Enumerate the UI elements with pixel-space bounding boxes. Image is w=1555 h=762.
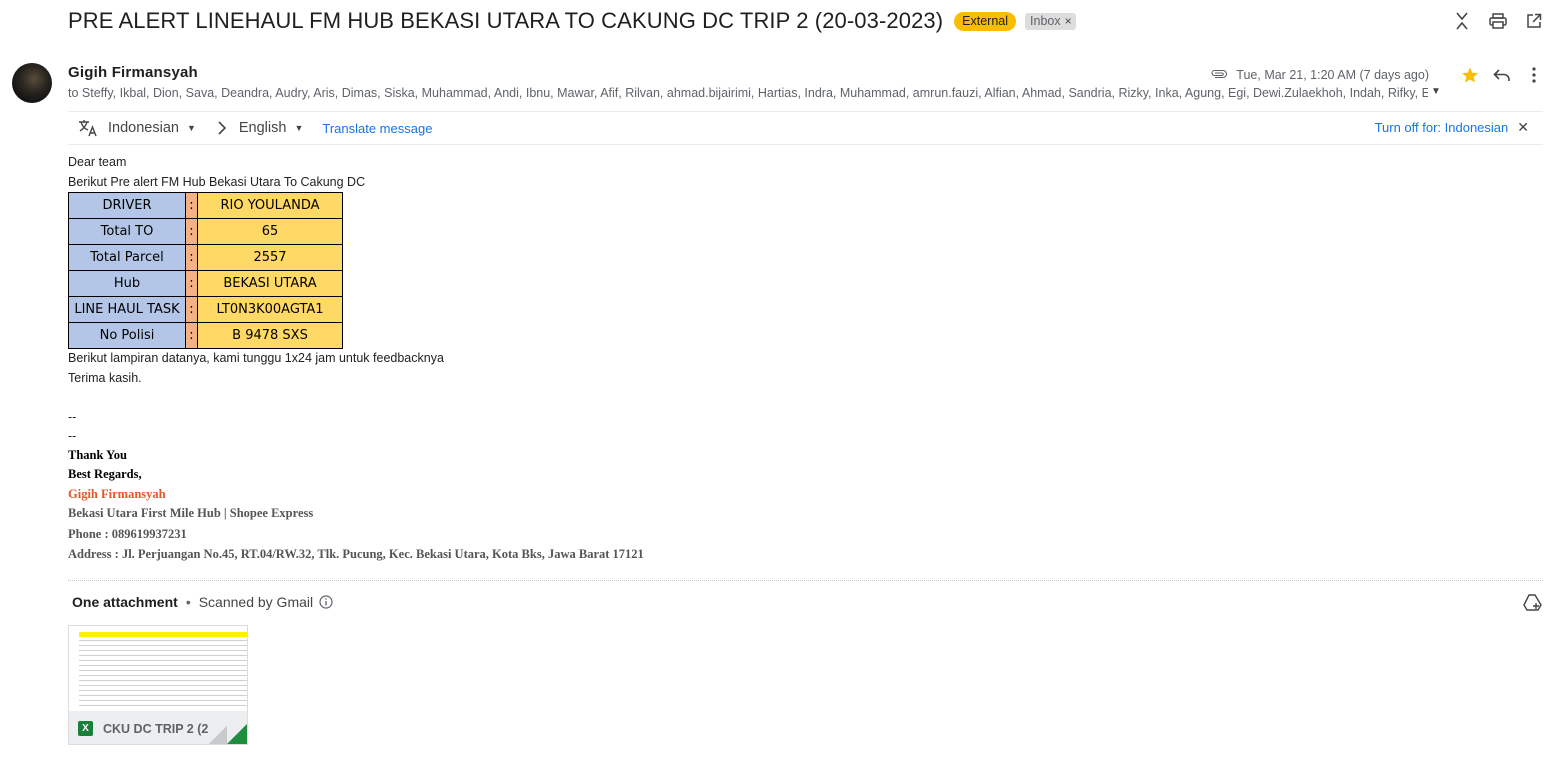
thread-actions	[1453, 10, 1543, 32]
page-fold-corner	[227, 724, 247, 744]
remove-label-close-icon[interactable]: ×	[1065, 14, 1072, 29]
table-cell-label: No Polisi	[68, 322, 186, 349]
more-options-icon[interactable]	[1525, 64, 1543, 86]
chevron-down-icon: ▼	[186, 123, 196, 133]
translate-icon	[78, 119, 98, 137]
table-cell-value: 65	[197, 218, 343, 245]
thumbnail-row	[79, 645, 247, 646]
attachments-divider	[68, 580, 1543, 581]
attachment-file-name: CKU DC TRIP 2 (2...	[103, 721, 219, 736]
chevron-right-icon	[218, 121, 226, 135]
thumbnail-row	[79, 655, 247, 656]
sender-avatar[interactable]	[12, 63, 52, 103]
print-icon[interactable]	[1489, 10, 1507, 32]
thumbnail-row	[79, 685, 247, 686]
attachment-clip-icon	[1210, 66, 1228, 84]
table-cell-label: Total Parcel	[68, 244, 186, 271]
scanned-by-gmail: Scanned by Gmail	[198, 594, 314, 610]
table-cell-value: LT0N3K00AGTA1	[197, 296, 343, 323]
recipients-list: to Steffy, Ikbal, Dion, Sava, Deandra, A…	[68, 86, 1428, 100]
table-cell-value: RIO YOULANDA	[197, 192, 343, 219]
add-to-drive-icon[interactable]	[1523, 594, 1543, 617]
table-cell-value: B 9478 SXS	[197, 322, 343, 349]
thanks-text: Terima kasih.	[68, 371, 142, 385]
turn-off-translation: Turn off for: Indonesian ✕	[1375, 119, 1529, 136]
attachment-count: One attachment	[72, 594, 178, 610]
thumbnail-row	[79, 680, 247, 681]
translate-message-link[interactable]: Translate message	[322, 121, 432, 136]
spreadsheet-thumbnail	[69, 626, 247, 711]
table-cell-separator: :	[185, 218, 198, 245]
table-cell-separator: :	[185, 244, 198, 271]
table-cell-label: LINE HAUL TASK	[68, 296, 186, 323]
page-fold-shadow	[209, 726, 227, 744]
table-row: DRIVER : RIO YOULANDA	[68, 192, 343, 219]
attachments-header: One attachment • Scanned by Gmail	[72, 594, 333, 610]
table-cell-separator: :	[185, 322, 198, 349]
info-icon[interactable]	[319, 595, 333, 609]
thumbnail-row	[79, 665, 247, 666]
pre-alert-table: DRIVER : RIO YOULANDA Total TO : 65 Tota…	[68, 192, 343, 349]
table-cell-label: Total TO	[68, 218, 186, 245]
table-cell-label: Hub	[68, 270, 186, 297]
show-details-caret-icon[interactable]: ▼	[1431, 86, 1441, 97]
signature-separator: --	[68, 410, 77, 424]
turn-off-translation-link[interactable]: Turn off for: Indonesian	[1375, 120, 1509, 135]
sender-name[interactable]: Gigih Firmansyah	[68, 64, 198, 81]
greeting-text: Dear team	[68, 155, 127, 169]
translate-bar: Indonesian ▼ English ▼ Translate message…	[68, 111, 1543, 145]
thumbnail-row	[79, 670, 247, 671]
thumbnail-row	[79, 695, 247, 696]
target-language-dropdown[interactable]: English ▼	[239, 120, 303, 136]
table-cell-value: BEKASI UTARA	[197, 270, 343, 297]
expand-collapse-icon[interactable]	[1453, 10, 1471, 32]
table-cell-separator: :	[185, 296, 198, 323]
table-cell-separator: :	[185, 270, 198, 297]
subject-row: PRE ALERT LINEHAUL FM HUB BEKASI UTARA T…	[68, 8, 1076, 34]
thumbnail-header-row	[79, 632, 247, 637]
signature-thank-you: Thank You	[68, 448, 127, 462]
thumbnail-row	[79, 650, 247, 651]
inbox-label-text: Inbox	[1030, 13, 1061, 28]
inbox-label-badge: Inbox ×	[1025, 12, 1076, 30]
email-subject: PRE ALERT LINEHAUL FM HUB BEKASI UTARA T…	[68, 8, 944, 33]
signature-regards: Best Regards,	[68, 467, 142, 481]
thumbnail-row	[79, 660, 247, 661]
source-language-dropdown[interactable]: Indonesian ▼	[108, 120, 196, 136]
separator-dot: •	[185, 594, 191, 610]
signature-separator: --	[68, 429, 77, 443]
table-row: Hub : BEKASI UTARA	[68, 270, 343, 297]
signature-name: Gigih Firmansyah	[68, 487, 166, 501]
message-meta: Tue, Mar 21, 1:20 AM (7 days ago)	[1210, 64, 1543, 86]
signature-phone: Phone : 089619937231	[68, 527, 187, 541]
source-language-label: Indonesian	[108, 120, 179, 136]
open-in-new-window-icon[interactable]	[1525, 10, 1543, 32]
table-row: No Polisi : B 9478 SXS	[68, 322, 343, 349]
attachment-note-text: Berikut lampiran datanya, kami tunggu 1x…	[68, 351, 444, 365]
table-cell-label: DRIVER	[68, 192, 186, 219]
signature-address: Address : Jl. Perjuangan No.45, RT.04/RW…	[68, 547, 644, 561]
thumbnail-row	[79, 700, 247, 701]
table-cell-value: 2557	[197, 244, 343, 271]
thumbnail-row	[79, 705, 247, 706]
table-row: Total Parcel : 2557	[68, 244, 343, 271]
intro-text: Berikut Pre alert FM Hub Bekasi Utara To…	[68, 175, 366, 189]
reply-icon[interactable]	[1493, 64, 1511, 86]
table-cell-separator: :	[185, 192, 198, 219]
signature-organization: Bekasi Utara First Mile Hub | Shopee Exp…	[68, 506, 314, 520]
excel-file-icon: X	[78, 721, 93, 736]
thumbnail-row	[79, 675, 247, 676]
star-icon[interactable]	[1461, 64, 1479, 86]
chevron-down-icon: ▼	[294, 123, 304, 133]
target-language-label: English	[238, 120, 287, 136]
thumbnail-row	[79, 690, 247, 691]
message-date: Tue, Mar 21, 1:20 AM (7 days ago)	[1236, 68, 1429, 82]
table-row: LINE HAUL TASK : LT0N3K00AGTA1	[68, 296, 343, 323]
external-badge: External	[954, 11, 1017, 31]
thumbnail-row	[79, 640, 247, 641]
attachment-card[interactable]: X CKU DC TRIP 2 (2...	[68, 625, 248, 745]
table-row: Total TO : 65	[68, 218, 343, 245]
close-icon[interactable]: ✕	[1517, 119, 1529, 136]
